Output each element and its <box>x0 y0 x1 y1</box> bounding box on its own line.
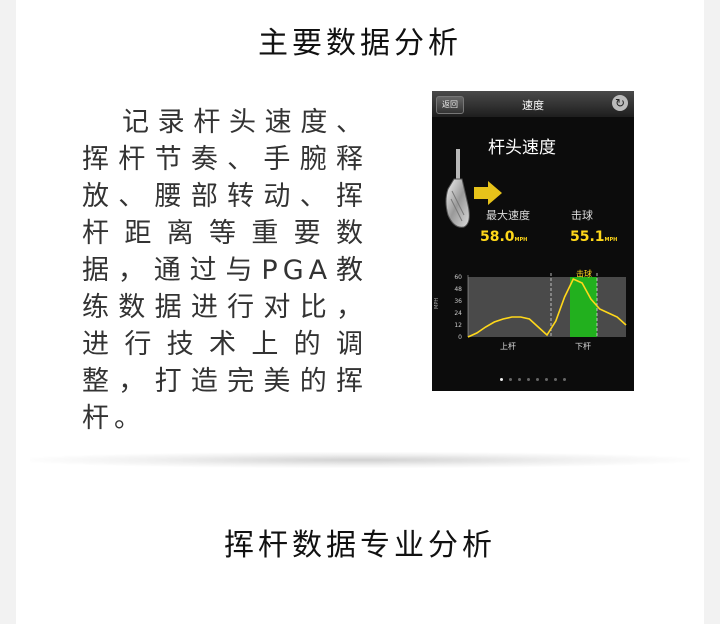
nav-bar: 返回 速度 ↻ <box>432 91 634 117</box>
page-dot[interactable] <box>518 378 521 381</box>
impact-annotation: 击球 <box>576 269 592 279</box>
arrow-right-icon <box>474 181 502 205</box>
page-dot[interactable] <box>563 378 566 381</box>
speed-chart: MPH 60 48 36 24 12 0 击球 上杆 下杆 <box>434 269 627 351</box>
page-dot[interactable] <box>536 378 539 381</box>
page-dot[interactable] <box>527 378 530 381</box>
page-dot[interactable] <box>500 378 503 381</box>
impact-speed-label: 击球 <box>571 209 593 222</box>
impact-speed-unit: MPH <box>604 237 618 243</box>
max-speed-value: 58.0MPH <box>480 229 528 245</box>
max-speed-unit: MPH <box>514 237 528 243</box>
y-tick-label: 36 <box>454 298 462 305</box>
refresh-icon[interactable]: ↻ <box>612 95 628 111</box>
y-axis-label: MPH <box>434 298 440 309</box>
y-tick-label: 0 <box>458 334 462 341</box>
page-dot[interactable] <box>554 378 557 381</box>
page-indicator <box>432 378 634 381</box>
x-label-upswing: 上杆 <box>500 341 516 351</box>
screen-title: 杆头速度 <box>488 138 556 158</box>
impact-speed-value: 55.1MPH <box>570 229 618 245</box>
app-screenshot: 返回 速度 ↻ 杆头速度 最大速度 58.0MPH 击球 55.1MPH MPH… <box>432 91 634 391</box>
nav-title: 速度 <box>522 99 544 112</box>
section-title-2: 挥杆数据专业分析 <box>224 528 496 563</box>
chart-plot-area <box>468 277 626 337</box>
y-tick-label: 24 <box>454 310 462 317</box>
page-dot[interactable] <box>509 378 512 381</box>
section-divider <box>30 452 690 468</box>
x-label-downswing: 下杆 <box>575 341 591 351</box>
section-title: 主要数据分析 <box>258 26 462 61</box>
y-tick-label: 60 <box>454 274 462 281</box>
max-speed-label: 最大速度 <box>486 209 530 222</box>
y-tick-label: 48 <box>454 286 462 293</box>
y-tick-label: 12 <box>454 322 462 329</box>
page-dot[interactable] <box>545 378 548 381</box>
section-description: 记录杆头速度、挥杆节奏、手腕释放、腰部转动、挥杆距离等重要数据，通过与PGA教练… <box>82 107 368 434</box>
